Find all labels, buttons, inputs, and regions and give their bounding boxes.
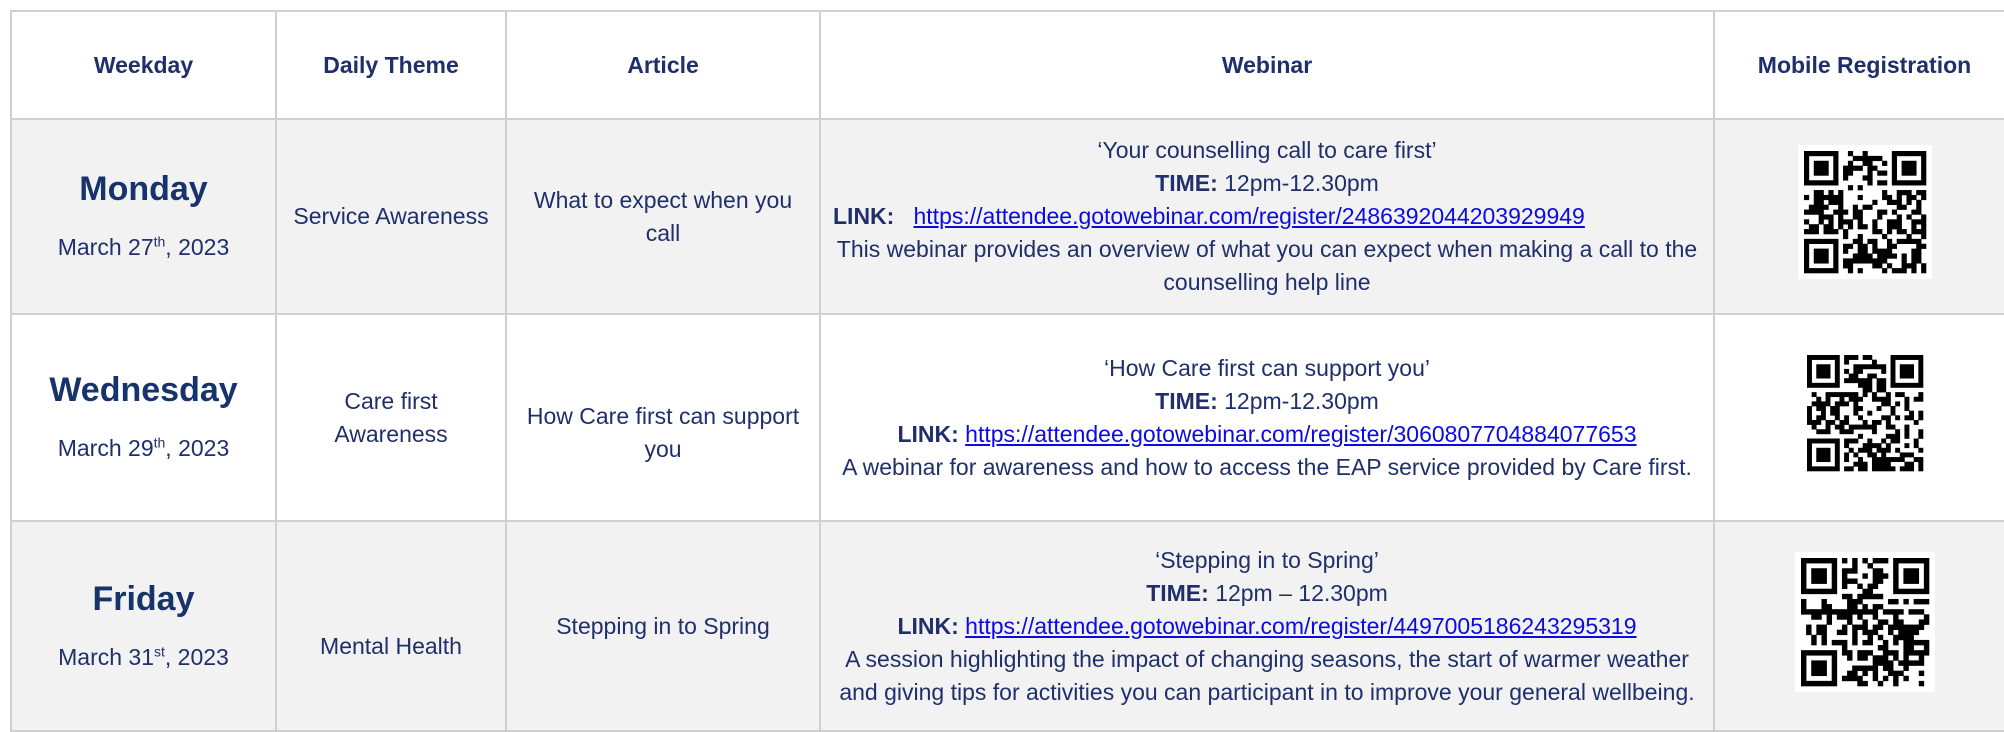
table-row-wednesday: Wednesday March 29th, 2023 Care first Aw… <box>10 313 2004 522</box>
header-row: Weekday Daily Theme Article Webinar Mobi… <box>10 10 2004 120</box>
webinar-registration-link[interactable]: https://attendee.gotowebinar.com/registe… <box>914 203 1585 229</box>
webinar-title: ‘Stepping in to Spring’ <box>1155 546 1379 573</box>
day-name: Wednesday <box>49 371 238 409</box>
registration-cell <box>1713 520 2004 732</box>
article-cell: What to expect when you call <box>505 118 821 315</box>
webinar-title: ‘How Care first can support you’ <box>1104 354 1430 381</box>
qr-code-icon[interactable] <box>1794 551 1935 692</box>
date-prefix: March 31 <box>58 643 155 670</box>
date-prefix: March 27 <box>57 234 154 260</box>
header-article: Article <box>505 10 821 120</box>
webinar-cell: ‘How Care first can support you’ TIME: 1… <box>819 313 1715 522</box>
header-webinar: Webinar <box>819 10 1715 120</box>
registration-cell <box>1713 118 2004 315</box>
date-year: , 2023 <box>165 234 230 260</box>
table-row-friday: Friday March 31st, 2023 Mental Health St… <box>10 520 2004 732</box>
time-value: 12pm-12.30pm <box>1224 170 1379 196</box>
webinar-description: A webinar for awareness and how to acces… <box>842 453 1692 480</box>
webinar-time: TIME: 12pm – 12.30pm <box>833 577 1701 610</box>
time-label: TIME: <box>1155 170 1218 196</box>
webinar-link-line: LINK: https://attendee.gotowebinar.com/r… <box>833 418 1701 451</box>
daily-theme-cell: Mental Health <box>275 520 507 732</box>
article-cell: How Care first can support you <box>505 313 821 522</box>
webinar-schedule-table: Weekday Daily Theme Article Webinar Mobi… <box>10 10 2004 732</box>
webinar-cell: ‘Your counselling call to care first’ TI… <box>819 118 1715 315</box>
webinar-registration-link[interactable]: https://attendee.gotowebinar.com/registe… <box>965 421 1636 447</box>
weekday-cell: Friday March 31st, 2023 <box>10 520 277 732</box>
day-name: Friday <box>92 579 195 618</box>
date-year: , 2023 <box>165 435 230 461</box>
webinar-link-line: LINK: https://attendee.gotowebinar.com/r… <box>833 610 1701 643</box>
time-label: TIME: <box>1146 579 1209 606</box>
day-name: Monday <box>79 170 208 208</box>
webinar-description: This webinar provides an overview of wha… <box>836 236 1698 295</box>
link-label: LINK: <box>897 612 959 639</box>
date-ordinal: st <box>154 642 165 659</box>
header-daily-theme: Daily Theme <box>275 10 507 120</box>
date-prefix: March 29 <box>57 435 154 461</box>
qr-code-icon[interactable] <box>1800 349 1929 477</box>
header-mobile-registration: Mobile Registration <box>1713 10 2004 120</box>
day-date: March 27th, 2023 <box>24 231 263 264</box>
time-label: TIME: <box>1155 387 1218 414</box>
article-cell: Stepping in to Spring <box>505 520 821 732</box>
webinar-title: ‘Your counselling call to care first’ <box>1097 137 1437 163</box>
table-row-monday: Monday March 27th, 2023 Service Awarenes… <box>10 118 2004 315</box>
header-weekday: Weekday <box>10 10 277 120</box>
weekday-cell: Monday March 27th, 2023 <box>10 118 277 315</box>
time-value: 12pm-12.30pm <box>1224 387 1379 414</box>
webinar-link-line: LINK: https://attendee.gotowebinar.com/r… <box>833 200 1701 233</box>
day-date: March 31st, 2023 <box>24 641 263 674</box>
weekday-cell: Wednesday March 29th, 2023 <box>10 313 277 522</box>
daily-theme-cell: Care first Awareness <box>275 313 507 522</box>
link-label: LINK: <box>833 203 895 229</box>
webinar-cell: ‘Stepping in to Spring’ TIME: 12pm – 12.… <box>819 520 1715 732</box>
webinar-time: TIME: 12pm-12.30pm <box>833 385 1701 418</box>
registration-cell <box>1713 313 2004 522</box>
date-ordinal: th <box>153 233 166 250</box>
qr-code-icon[interactable] <box>1797 145 1932 279</box>
webinar-registration-link[interactable]: https://attendee.gotowebinar.com/registe… <box>965 613 1636 639</box>
link-label: LINK: <box>897 420 959 447</box>
daily-theme-cell: Service Awareness <box>275 118 507 315</box>
webinar-description: A session highlighting the impact of cha… <box>839 645 1695 705</box>
date-ordinal: th <box>153 434 166 451</box>
day-date: March 29th, 2023 <box>24 432 263 465</box>
date-year: , 2023 <box>164 643 229 670</box>
time-value: 12pm – 12.30pm <box>1215 579 1388 606</box>
webinar-time: TIME: 12pm-12.30pm <box>833 167 1701 200</box>
